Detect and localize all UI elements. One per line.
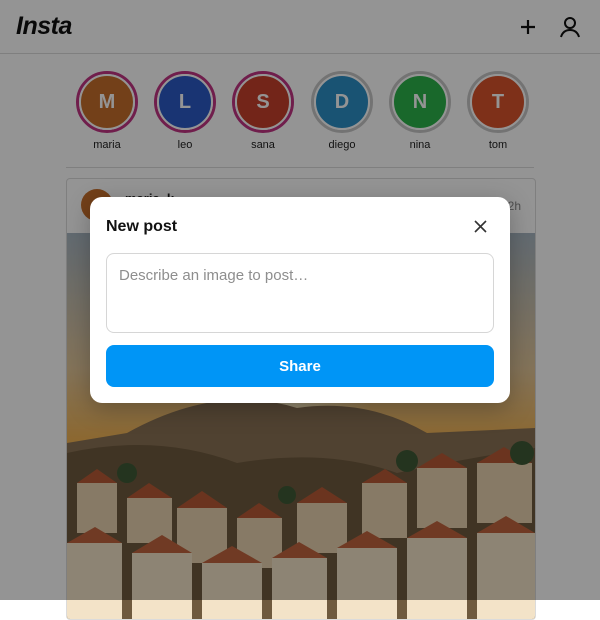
new-post-dialog: New post Share — [90, 197, 510, 403]
close-icon[interactable] — [470, 216, 490, 236]
post-description-input[interactable] — [106, 253, 494, 333]
share-button[interactable]: Share — [106, 345, 494, 387]
dialog-title: New post — [106, 218, 178, 235]
